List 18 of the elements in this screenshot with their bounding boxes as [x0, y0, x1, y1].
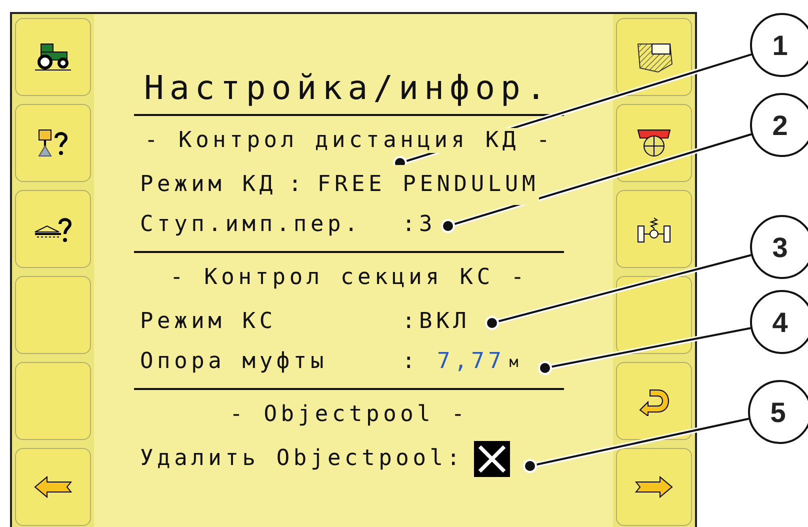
callout-marker: 3: [750, 215, 808, 279]
softkey-button[interactable]: [616, 18, 692, 96]
softkey-button[interactable]: [616, 104, 692, 182]
callout-marker: 2: [750, 93, 808, 157]
checkbox[interactable]: [474, 441, 510, 477]
right-arrow-icon: [634, 475, 674, 499]
softkey-button[interactable]: [616, 190, 692, 268]
screen-title: Настройка/инфор.: [144, 68, 552, 108]
softkey-button[interactable]: [15, 104, 91, 182]
callout-marker: 4: [750, 290, 808, 354]
left-arrow-icon: [33, 475, 73, 499]
softkey-button[interactable]: [616, 362, 692, 440]
softkey-button[interactable]: [15, 18, 91, 96]
callout-marker: 5: [748, 380, 808, 444]
tractor-icon: [33, 42, 73, 72]
softkey-button[interactable]: [15, 190, 91, 268]
setting-value: FREE PENDULUM: [317, 165, 540, 205]
callout-marker: 1: [750, 13, 808, 77]
